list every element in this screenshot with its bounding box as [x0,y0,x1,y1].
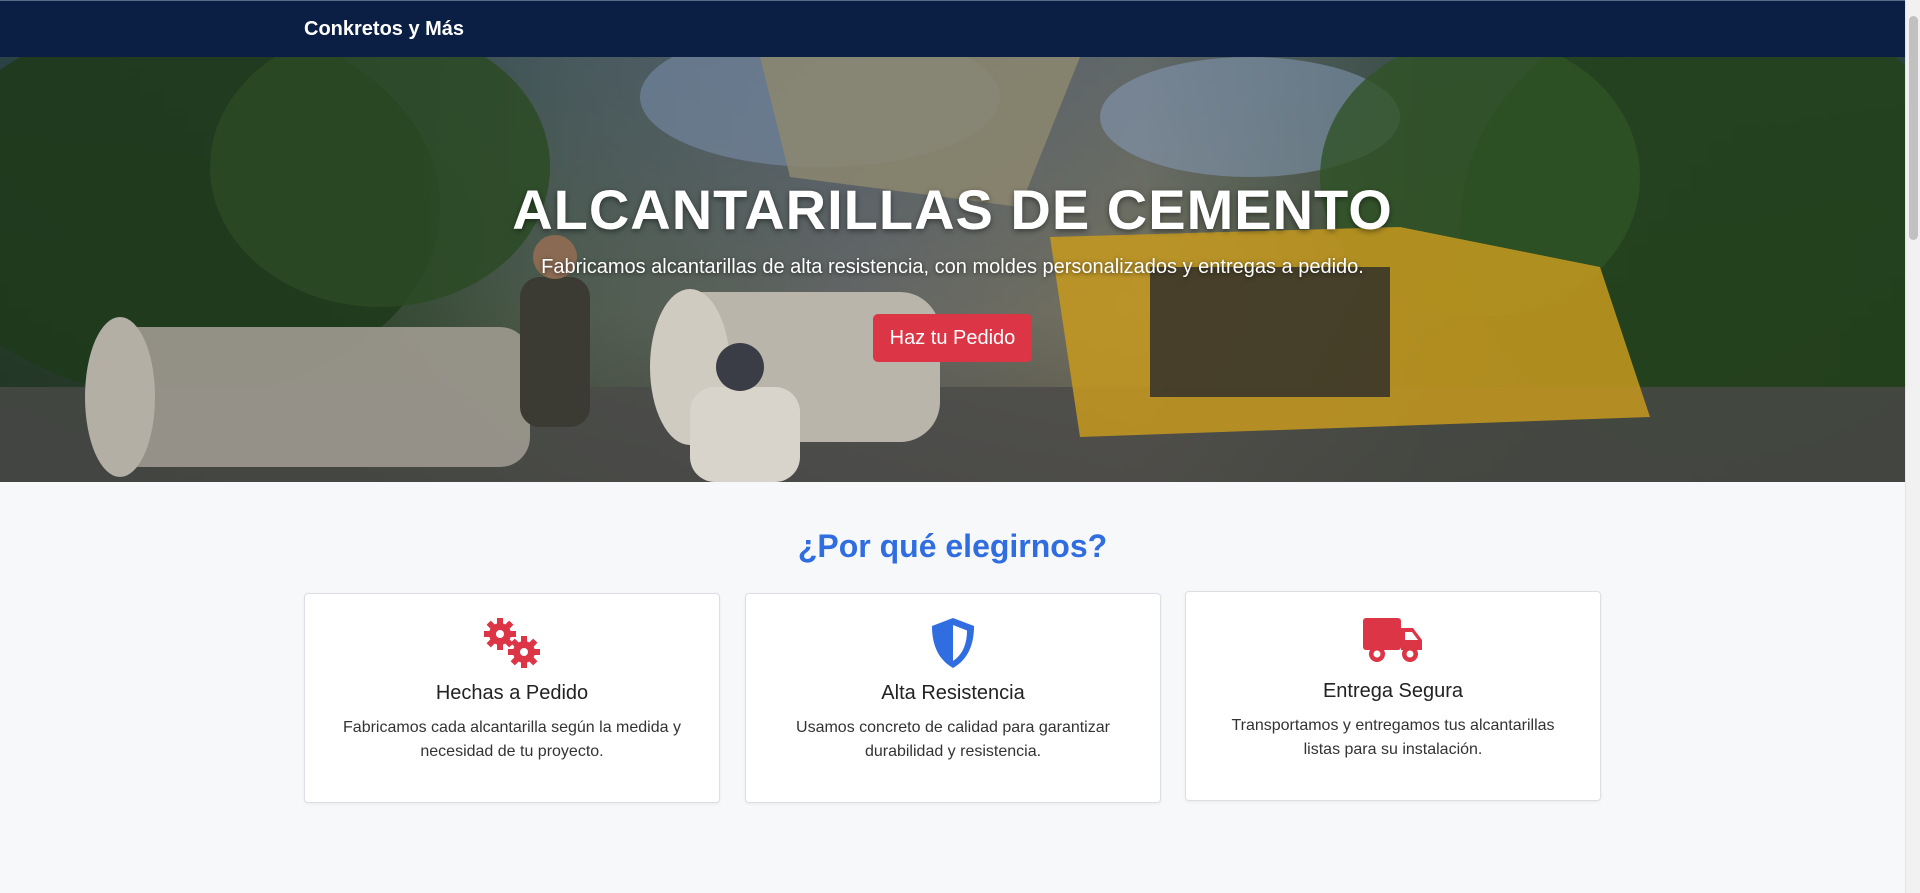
feature-text: Transportamos y entregamos tus alcantari… [1231,717,1555,758]
page-scrollbar[interactable] [1905,0,1920,893]
feature-title: Entrega Segura [1322,680,1464,702]
shield-icon [746,616,1160,670]
gears-icon [305,616,719,670]
scrollbar-thumb[interactable] [1909,16,1918,240]
hero-section: ALCANTARILLAS DE CEMENTO Fabricamos alca… [0,57,1905,482]
hero-title: ALCANTARILLAS DE CEMENTO [512,178,1393,241]
hero-subtitle: Fabricamos alcantarillas de alta resiste… [541,256,1364,278]
order-button[interactable]: Haz tu Pedido [873,314,1032,362]
feature-card-custom: Hechas a Pedido Fabricamos cada alcantar… [304,593,720,803]
features-title: ¿Por qué elegirnos? [797,528,1108,564]
feature-title: Alta Resistencia [881,682,1025,704]
page: Conkretos y Más ALCANTARILLAS DE CEMENTO… [0,0,1905,893]
feature-card-resistance: Alta Resistencia Usamos concreto de cali… [745,593,1161,803]
feature-title: Hechas a Pedido [435,682,589,704]
truck-icon [1186,614,1600,668]
feature-card-delivery: Entrega Segura Transportamos y entregamo… [1185,591,1601,801]
brand-link[interactable]: Conkretos y Más [304,18,464,41]
navbar: Conkretos y Más [0,0,1905,57]
feature-text: Fabricamos cada alcantarilla según la me… [343,719,681,760]
feature-text: Usamos concreto de calidad para garantiz… [796,719,1110,760]
